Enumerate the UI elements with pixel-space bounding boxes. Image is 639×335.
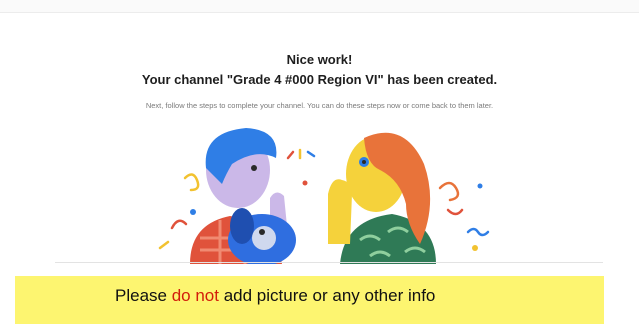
next-steps-description: Next, follow the steps to complete your … <box>145 101 494 110</box>
top-bar <box>0 0 639 13</box>
success-heading: Nice work! <box>286 52 353 67</box>
note-emphasis: do not <box>171 286 219 305</box>
note-suffix: add picture or any other info <box>218 286 436 305</box>
divider <box>55 262 603 263</box>
channel-created-title: Your channel "Grade 4 #000 Region VI" ha… <box>141 72 498 87</box>
note-prefix: Please <box>115 286 172 305</box>
right-person-figure <box>328 132 436 264</box>
highlighted-note: Please do not add picture or any other i… <box>15 276 604 324</box>
note-text: Please do not add picture or any other i… <box>115 286 435 306</box>
celebration-illustration <box>150 128 510 266</box>
